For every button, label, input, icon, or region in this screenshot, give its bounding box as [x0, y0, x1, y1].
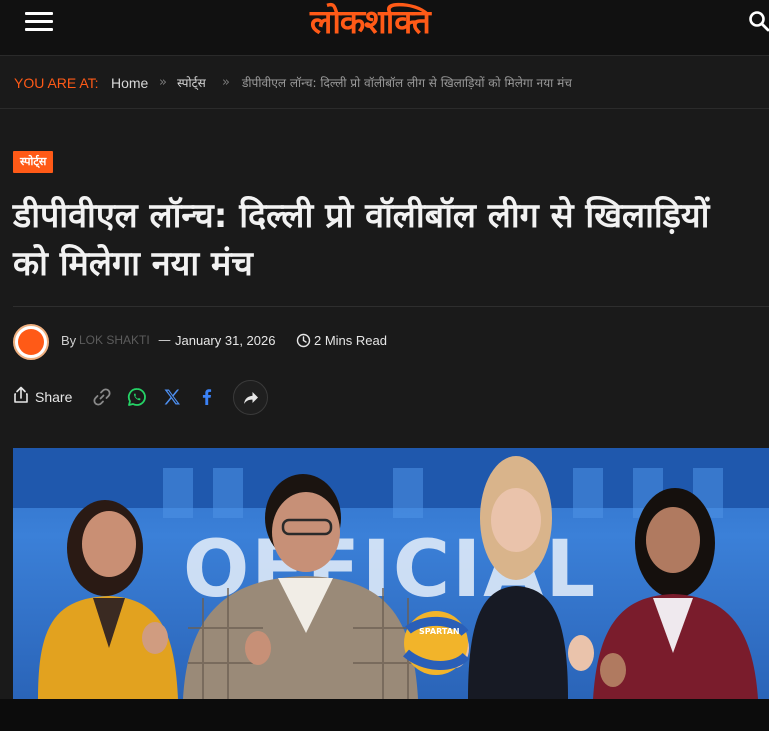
- bottom-bar: [0, 699, 769, 731]
- link-icon[interactable]: [91, 386, 113, 408]
- breadcrumb-category-link[interactable]: स्पोर्ट्स: [177, 57, 206, 109]
- article-title: डीपीवीएल लॉन्च: दिल्ली प्रो वॉलीबॉल लीग …: [13, 196, 710, 284]
- read-time: 2 Mins Read: [314, 333, 387, 348]
- meta-dash: —: [158, 333, 171, 348]
- hero-illustration: OFFICIAL SPARTAN: [38, 456, 758, 699]
- breadcrumb-separator: »: [159, 75, 167, 90]
- hamburger-icon[interactable]: [25, 12, 53, 32]
- meta-by-label: By: [61, 333, 77, 348]
- share-button[interactable]: Share: [13, 386, 72, 408]
- breadcrumb-label: YOU ARE AT:: [14, 75, 99, 91]
- breadcrumb-current: डीपीवीएल लॉन्च: दिल्ली प्रो वॉलीबॉल लीग …: [242, 76, 572, 90]
- breadcrumb-separator: »: [222, 75, 230, 90]
- share-icon: [13, 386, 29, 408]
- x-icon[interactable]: [161, 386, 183, 408]
- breadcrumb: YOU ARE AT: Home » स्पोर्ट्स » डीपीवीएल …: [0, 57, 769, 109]
- hero-image: OFFICIAL SPARTAN: [13, 448, 769, 699]
- volleyball-brand: SPARTAN: [419, 627, 460, 636]
- article-meta: By LOK SHAKTI — January 31, 2026 2 Mins …: [13, 324, 713, 360]
- publish-date: January 31, 2026: [175, 333, 276, 348]
- search-icon[interactable]: [748, 10, 769, 32]
- site-logo[interactable]: लोकशक्ति: [310, 0, 490, 44]
- forward-icon[interactable]: [233, 380, 268, 415]
- author-link[interactable]: LOK SHAKTI: [79, 333, 150, 347]
- whatsapp-icon[interactable]: [126, 386, 148, 408]
- share-label: Share: [35, 389, 73, 405]
- divider: [13, 306, 769, 307]
- clock-icon: [296, 333, 311, 348]
- share-row: Share: [13, 380, 313, 416]
- facebook-icon[interactable]: [196, 386, 218, 408]
- breadcrumb-home-link[interactable]: Home: [111, 57, 148, 109]
- author-avatar[interactable]: [13, 324, 49, 360]
- category-badge[interactable]: स्पोर्ट्स: [13, 151, 54, 173]
- site-header: लोकशक्ति: [0, 0, 769, 56]
- avatar-logo-icon: [18, 329, 44, 355]
